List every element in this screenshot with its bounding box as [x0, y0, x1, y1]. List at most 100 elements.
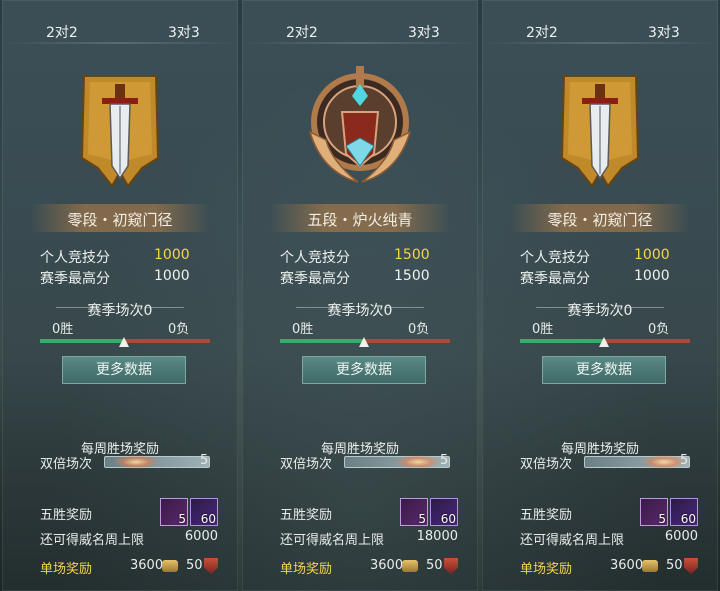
ratio-marker-icon: [599, 337, 609, 347]
limit-label: 还可得威名周上限: [280, 533, 385, 548]
rank-panel-3: 2对2 3对3 零段・初窥门径 个人竞技分 1000 赛季最高分 1000 赛季…: [482, 0, 718, 591]
key-count: 60: [440, 512, 456, 526]
loss-bar: [124, 339, 210, 343]
coin-icon: [642, 560, 658, 572]
double-count: 5: [680, 453, 689, 468]
key-icon[interactable]: 60: [190, 498, 218, 526]
double-progress-bar: [344, 455, 450, 469]
progress-glow: [395, 455, 441, 469]
rank-name: 零段・初窥门径: [67, 211, 173, 229]
season-divider-right: [146, 307, 184, 308]
losses-count: 0负: [408, 322, 430, 337]
rank-name: 零段・初窥门径: [547, 211, 653, 229]
five-win-label: 五胜奖励: [520, 508, 573, 523]
win-bar: [520, 339, 604, 343]
ratio-marker-icon: [119, 337, 129, 347]
key-count: 60: [680, 512, 696, 526]
best-score-value: 1000: [634, 268, 670, 284]
single-reward-label: 单场奖励: [40, 562, 93, 577]
limit-value: 6000: [664, 529, 698, 544]
honor-value: 50: [426, 558, 443, 573]
wins-count: 0胜: [52, 322, 74, 337]
more-data-button[interactable]: 更多数据: [542, 356, 666, 384]
tab-divider: [2, 42, 238, 44]
double-label: 双倍场次: [280, 457, 333, 472]
limit-label: 还可得威名周上限: [40, 533, 145, 548]
best-score-label: 赛季最高分: [40, 271, 110, 287]
wins-count: 0胜: [532, 322, 554, 337]
best-score-value: 1500: [394, 268, 430, 284]
score-value: 1000: [154, 247, 190, 263]
coin-icon: [162, 560, 178, 572]
chest-count: 5: [418, 512, 426, 526]
limit-value: 18000: [416, 529, 458, 544]
win-bar: [280, 339, 364, 343]
five-win-label: 五胜奖励: [280, 508, 333, 523]
double-label: 双倍场次: [40, 457, 93, 472]
chest-icon[interactable]: 5: [400, 498, 428, 526]
chest-icon[interactable]: 5: [160, 498, 188, 526]
key-icon[interactable]: 60: [670, 498, 698, 526]
five-win-label: 五胜奖励: [40, 508, 93, 523]
score-label: 个人竞技分: [280, 250, 350, 266]
tab-divider: [242, 42, 478, 44]
double-progress-bar: [584, 455, 690, 469]
wins-count: 0胜: [292, 322, 314, 337]
honor-shield-icon: [444, 558, 458, 574]
tab-3v3[interactable]: 3对3: [408, 22, 440, 42]
double-count: 5: [200, 453, 209, 468]
coin-icon: [402, 560, 418, 572]
double-count: 5: [440, 453, 449, 468]
best-score-label: 赛季最高分: [520, 271, 590, 287]
chest-count: 5: [658, 512, 666, 526]
loss-bar: [604, 339, 690, 343]
rank-name: 五段・炉火纯青: [307, 211, 413, 229]
rank-panel-2: 2对2 3对3 五段・炉火纯青 个人竞技分 1500 赛季最高分 1500 赛季…: [242, 0, 478, 591]
chest-icon[interactable]: 5: [640, 498, 668, 526]
single-reward-label: 单场奖励: [280, 562, 333, 577]
season-divider-right: [626, 307, 664, 308]
ratio-marker-icon: [359, 337, 369, 347]
loss-bar: [364, 339, 450, 343]
tab-2v2[interactable]: 2对2: [46, 22, 78, 42]
season-title: 赛季场次0: [327, 303, 393, 319]
double-progress-bar: [104, 455, 210, 469]
rank-panel-1: 2对2 3对3 零段・初窥门径 个人竞技分 1000 赛季最高分 1000 赛季…: [2, 0, 238, 591]
win-bar: [40, 339, 124, 343]
season-title: 赛季场次0: [87, 303, 153, 319]
honor-shield-icon: [204, 558, 218, 574]
season-divider-right: [386, 307, 424, 308]
best-score-value: 1000: [154, 268, 190, 284]
score-value: 1500: [394, 247, 430, 263]
banner-sword-icon: [80, 75, 160, 188]
losses-count: 0负: [648, 322, 670, 337]
more-data-button[interactable]: 更多数据: [302, 356, 426, 384]
more-data-button[interactable]: 更多数据: [62, 356, 186, 384]
season-title: 赛季场次0: [567, 303, 633, 319]
score-value: 1000: [634, 247, 670, 263]
chest-count: 5: [178, 512, 186, 526]
banner-sword-icon: [560, 75, 640, 188]
tab-3v3[interactable]: 3对3: [168, 22, 200, 42]
tab-divider: [482, 42, 718, 44]
tab-2v2[interactable]: 2对2: [526, 22, 558, 42]
honor-shield-icon: [684, 558, 698, 574]
coin-value: 3600: [610, 558, 644, 573]
honor-value: 50: [186, 558, 203, 573]
winged-sword-emblem-icon: [308, 66, 412, 183]
tab-3v3[interactable]: 3对3: [648, 22, 680, 42]
honor-value: 50: [666, 558, 683, 573]
coin-value: 3600: [130, 558, 164, 573]
progress-glow: [113, 455, 159, 469]
key-count: 60: [200, 512, 216, 526]
tab-2v2[interactable]: 2对2: [286, 22, 318, 42]
score-label: 个人竞技分: [520, 250, 590, 266]
double-label: 双倍场次: [520, 457, 573, 472]
single-reward-label: 单场奖励: [520, 562, 573, 577]
losses-count: 0负: [168, 322, 190, 337]
limit-label: 还可得威名周上限: [520, 533, 625, 548]
best-score-label: 赛季最高分: [280, 271, 350, 287]
score-label: 个人竞技分: [40, 250, 110, 266]
coin-value: 3600: [370, 558, 404, 573]
key-icon[interactable]: 60: [430, 498, 458, 526]
